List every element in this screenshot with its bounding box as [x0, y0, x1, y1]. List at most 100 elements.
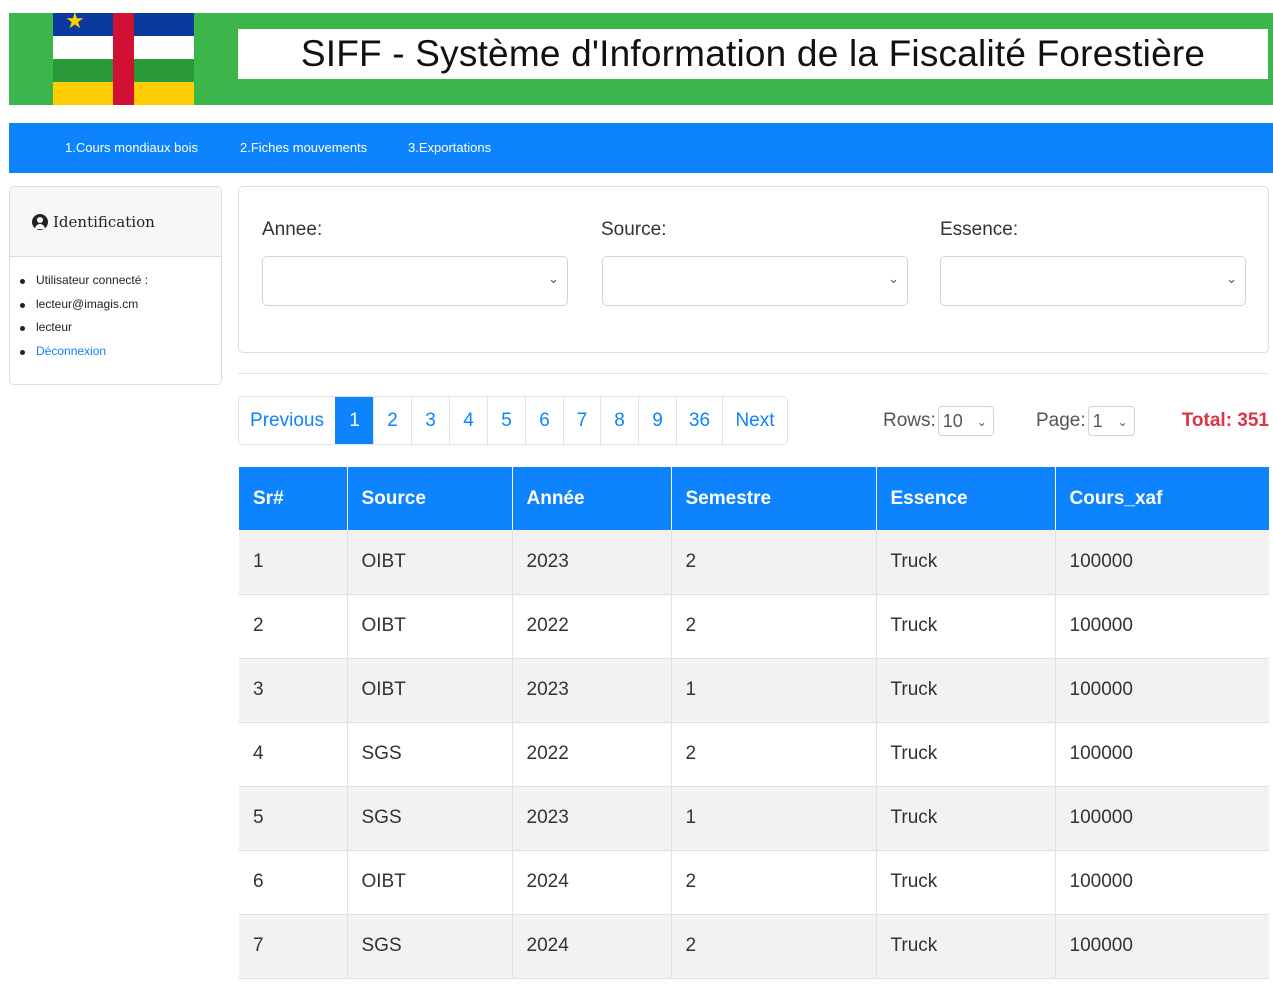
source-label: Source:: [601, 219, 667, 240]
column-header-sr[interactable]: Sr#: [239, 467, 348, 530]
cell-semestre: 2: [671, 530, 877, 595]
cell-sr: 4: [239, 722, 348, 787]
column-header-source[interactable]: Source: [347, 467, 513, 530]
page-select-value: 1: [1092, 411, 1103, 431]
cours-table: Sr# Source Année Semestre Essence Cours_…: [239, 467, 1269, 979]
cell-essence: Truck: [876, 530, 1056, 595]
chevron-down-icon: ⌄: [1117, 415, 1128, 429]
table-header-row: Sr# Source Année Semestre Essence Cours_…: [239, 467, 1269, 530]
cell-cours-xaf: 100000: [1055, 850, 1269, 915]
logout-link[interactable]: Déconnexion: [19, 340, 221, 364]
rows-label: Rows:: [883, 410, 936, 431]
star-icon: ★: [65, 13, 85, 34]
title-box: SIFF - Système d'Information de la Fisca…: [238, 29, 1268, 79]
cell-semestre: 1: [671, 786, 877, 851]
identification-list: Utilisateur connecté : lecteur@imagis.cm…: [10, 257, 221, 363]
cell-annee: 2022: [512, 722, 672, 787]
cell-essence: Truck: [876, 594, 1056, 659]
nav-item-cours-mondiaux[interactable]: 1.Cours mondiaux bois: [65, 123, 198, 173]
filter-card: Annee: ⌄ Source: ⌄ Essence: ⌄: [238, 186, 1269, 353]
page-button-8[interactable]: 8: [600, 397, 638, 444]
cell-annee: 2023: [512, 658, 672, 723]
table-row[interactable]: 3 OIBT 2023 1 Truck 100000: [239, 658, 1269, 723]
cell-cours-xaf: 100000: [1055, 594, 1269, 659]
identification-header: Identification: [10, 187, 221, 257]
annee-select[interactable]: ⌄: [262, 256, 568, 306]
user-role: lecteur: [19, 316, 221, 340]
nav-item-exportations[interactable]: 3.Exportations: [408, 123, 491, 173]
identification-title: Identification: [53, 212, 155, 231]
page-button-3[interactable]: 3: [411, 397, 449, 444]
cell-source: OIBT: [347, 658, 513, 723]
nav-item-fiches-mouvements[interactable]: 2.Fiches mouvements: [240, 123, 367, 173]
page-select[interactable]: 1 ⌄: [1087, 406, 1135, 436]
cell-annee: 2024: [512, 850, 672, 915]
pagination: Previous 1 2 3 4 5 6 7 8 9 36 Next: [238, 396, 788, 445]
column-header-essence[interactable]: Essence: [876, 467, 1056, 530]
cell-essence: Truck: [876, 722, 1056, 787]
cell-source: OIBT: [347, 530, 513, 595]
cell-sr: 5: [239, 786, 348, 851]
flag-logo: ★: [53, 13, 194, 105]
page-button-2[interactable]: 2: [373, 397, 411, 444]
essence-label: Essence:: [940, 219, 1019, 240]
page-button-7[interactable]: 7: [563, 397, 600, 444]
cell-sr: 6: [239, 850, 348, 915]
cell-annee: 2023: [512, 786, 672, 851]
rows-control: Rows: 10 ⌄: [883, 406, 994, 436]
table-row[interactable]: 5 SGS 2023 1 Truck 100000: [239, 786, 1269, 851]
page-button-9[interactable]: 9: [638, 397, 676, 444]
user-circle-icon: [32, 213, 48, 230]
page-button-4[interactable]: 4: [449, 397, 487, 444]
cell-source: OIBT: [347, 594, 513, 659]
page-button-5[interactable]: 5: [487, 397, 525, 444]
essence-select[interactable]: ⌄: [940, 256, 1246, 306]
cell-semestre: 2: [671, 850, 877, 915]
cell-source: SGS: [347, 914, 513, 979]
cell-essence: Truck: [876, 658, 1056, 723]
table-row[interactable]: 4 SGS 2022 2 Truck 100000: [239, 722, 1269, 787]
column-header-cours-xaf[interactable]: Cours_xaf: [1055, 467, 1269, 530]
cell-source: SGS: [347, 722, 513, 787]
connected-user-label: Utilisateur connecté :: [19, 269, 221, 293]
page-button-1[interactable]: 1: [335, 397, 373, 444]
rows-select-value: 10: [942, 411, 963, 431]
chevron-down-icon: ⌄: [888, 272, 899, 287]
annee-label: Annee:: [262, 219, 323, 240]
chevron-down-icon: ⌄: [1226, 272, 1237, 287]
cell-semestre: 1: [671, 658, 877, 723]
previous-page-button[interactable]: Previous: [239, 397, 335, 444]
cell-cours-xaf: 100000: [1055, 722, 1269, 787]
page-control: Page: 1 ⌄: [1036, 406, 1135, 436]
column-header-semestre[interactable]: Semestre: [671, 467, 877, 530]
section-divider: [238, 373, 1269, 374]
app-header: ★ SIFF - Système d'Information de la Fis…: [9, 13, 1273, 105]
cell-semestre: 2: [671, 594, 877, 659]
page-button-36[interactable]: 36: [676, 397, 722, 444]
cell-semestre: 2: [671, 914, 877, 979]
source-select[interactable]: ⌄: [602, 256, 908, 306]
cell-annee: 2024: [512, 914, 672, 979]
next-page-button[interactable]: Next: [722, 397, 787, 444]
cell-cours-xaf: 100000: [1055, 786, 1269, 851]
cell-sr: 1: [239, 530, 348, 595]
cell-source: SGS: [347, 786, 513, 851]
cell-cours-xaf: 100000: [1055, 914, 1269, 979]
table-row[interactable]: 6 OIBT 2024 2 Truck 100000: [239, 850, 1269, 915]
user-email: lecteur@imagis.cm: [19, 293, 221, 317]
cell-essence: Truck: [876, 786, 1056, 851]
column-header-annee[interactable]: Année: [512, 467, 672, 530]
total-count: Total: 351: [1181, 410, 1269, 431]
cell-annee: 2023: [512, 530, 672, 595]
cell-essence: Truck: [876, 850, 1056, 915]
rows-select[interactable]: 10 ⌄: [937, 406, 994, 436]
table-row[interactable]: 7 SGS 2024 2 Truck 100000: [239, 914, 1269, 979]
identification-panel: Identification Utilisateur connecté : le…: [9, 186, 222, 385]
table-row[interactable]: 2 OIBT 2022 2 Truck 100000: [239, 594, 1269, 659]
table-row[interactable]: 1 OIBT 2023 2 Truck 100000: [239, 530, 1269, 595]
app-title: SIFF - Système d'Information de la Fisca…: [300, 33, 1206, 74]
cell-annee: 2022: [512, 594, 672, 659]
cell-source: OIBT: [347, 850, 513, 915]
cell-sr: 3: [239, 658, 348, 723]
page-button-6[interactable]: 6: [525, 397, 563, 444]
